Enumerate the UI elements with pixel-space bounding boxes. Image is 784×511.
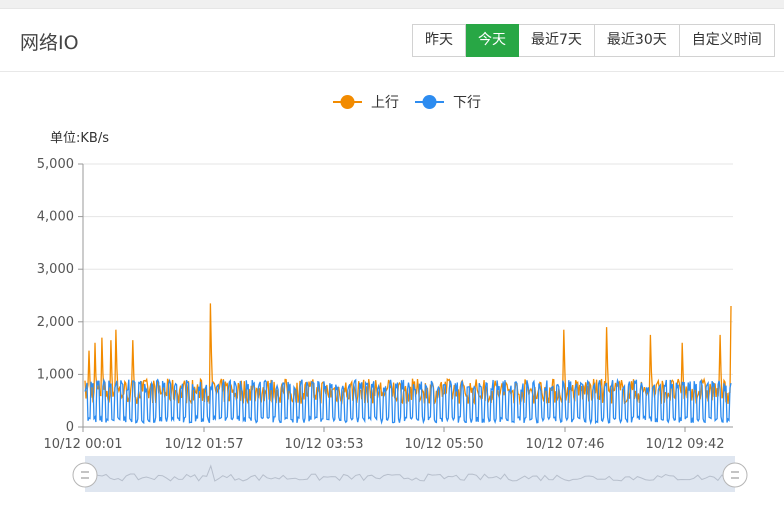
x-tick-label: 10/12 01:57 [164, 437, 243, 452]
y-tick-label: 3,000 [37, 262, 74, 277]
y-tick-label: 0 [66, 420, 74, 435]
y-axis: 0 1,000 2,000 3,000 4,000 5,000 [37, 157, 84, 435]
x-axis: 10/12 00:01 10/12 01:57 10/12 03:53 10/12 0… [43, 427, 725, 452]
x-tick-label: 10/12 05:50 [404, 437, 483, 452]
legend: 上行 下行 [333, 95, 481, 111]
y-unit-label: 单位:KB/s [50, 131, 109, 146]
legend-upload-marker [340, 95, 355, 109]
zoom-handle-left[interactable] [72, 462, 98, 488]
legend-upload-label: 上行 [371, 95, 399, 111]
legend-download-marker [422, 95, 437, 109]
zoom-handle-right[interactable] [722, 462, 748, 488]
x-tick-label: 10/12 07:46 [525, 437, 604, 452]
legend-item-upload[interactable]: 上行 [333, 95, 399, 111]
legend-download-label: 下行 [453, 95, 481, 111]
y-tick-label: 5,000 [37, 157, 74, 172]
zoom-slider[interactable] [72, 456, 748, 492]
y-tick-label: 2,000 [37, 315, 74, 330]
network-io-chart: 上行 下行 单位:KB/s 0 1,000 2,000 3,000 4,000 5,000… [37, 95, 748, 492]
zoom-slider-track[interactable] [85, 456, 735, 492]
legend-item-download[interactable]: 下行 [415, 95, 481, 111]
y-tick-label: 4,000 [37, 210, 74, 225]
x-tick-label: 10/12 03:53 [284, 437, 363, 452]
x-tick-label: 10/12 00:01 [43, 437, 122, 452]
y-tick-label: 1,000 [37, 367, 74, 382]
x-tick-label: 10/12 09:42 [645, 437, 724, 452]
